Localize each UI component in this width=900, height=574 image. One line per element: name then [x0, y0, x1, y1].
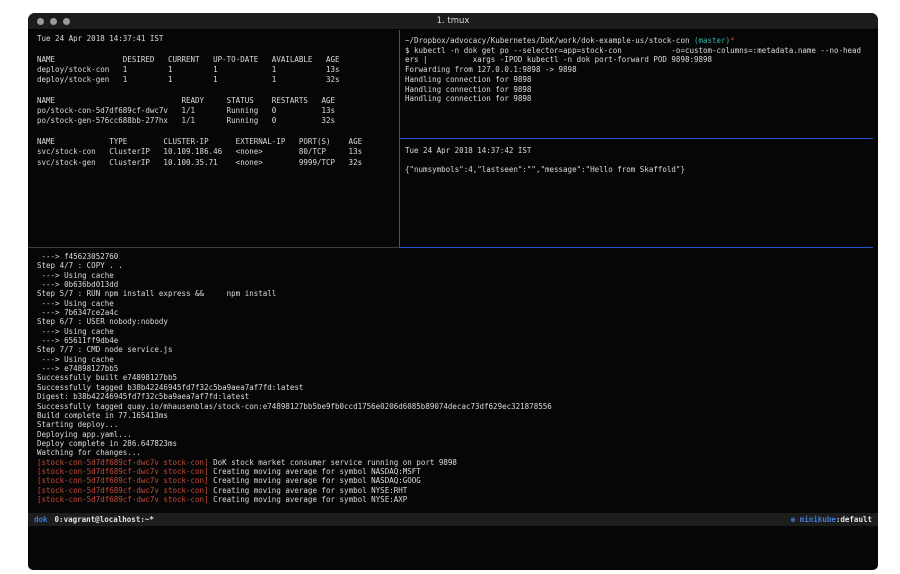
- terminal-line: ---> Using cache: [37, 299, 874, 308]
- terminal-line: svc/stock-con ClusterIP 10.109.186.46 <n…: [37, 147, 399, 157]
- terminal-segment-red: [stock-con-5d7df689cf-dwc7v stock-con]: [37, 486, 209, 495]
- terminal-segment: ~/Dropbox/advocacy/Kubernetes/DoK/work/d…: [405, 36, 694, 45]
- terminal-line: ~/Dropbox/advocacy/Kubernetes/DoK/work/d…: [405, 36, 874, 46]
- terminal-line: Starting deploy...: [37, 420, 874, 429]
- terminal-line: ---> Using cache: [37, 327, 874, 336]
- kubernetes-icon: ⊛: [791, 515, 796, 524]
- terminal-line: ---> 0b636bd013dd: [37, 280, 874, 289]
- terminal-line: [405, 156, 874, 166]
- terminal-line: Tue 24 Apr 2018 14:37:42 IST: [405, 146, 874, 156]
- window-titlebar[interactable]: 1. tmux: [28, 13, 878, 30]
- terminal-segment-red: *: [730, 36, 735, 45]
- pane-port-forward[interactable]: ~/Dropbox/advocacy/Kubernetes/DoK/work/d…: [400, 30, 874, 138]
- terminal-line: [stock-con-5d7df689cf-dwc7v stock-con] D…: [37, 458, 874, 467]
- terminal-segment-red: [stock-con-5d7df689cf-dwc7v stock-con]: [37, 476, 209, 485]
- terminal-segment-red: [stock-con-5d7df689cf-dwc7v stock-con]: [37, 458, 209, 467]
- terminal-line: Successfully tagged b38b42246945fd7f32c5…: [37, 383, 874, 392]
- terminal-segment: Creating moving average for symbol NYSE:…: [209, 486, 408, 495]
- terminal-line: {"numsymbols":4,"lastseen":"","message":…: [405, 165, 874, 175]
- terminal-line: Tue 24 Apr 2018 14:37:41 IST: [37, 34, 399, 44]
- terminal-segment: Creating moving average for symbol NYSE:…: [209, 495, 408, 504]
- terminal-line: [stock-con-5d7df689cf-dwc7v stock-con] C…: [37, 476, 874, 485]
- terminal-line: ers | xargs -IPOD kubectl -n dok port-fo…: [405, 55, 874, 65]
- terminal-line: Deploy complete in 286.647823ms: [37, 439, 874, 448]
- terminal-line: deploy/stock-con 1 1 1 1 13s: [37, 65, 399, 75]
- tmux-window-label[interactable]: 0:vagrant@localhost:~*: [55, 515, 154, 524]
- terminal-line: [37, 85, 399, 95]
- pane-skaffold-build-log[interactable]: ---> f45623052760Step 4/7 : COPY . . ---…: [28, 248, 874, 512]
- terminal-line: [stock-con-5d7df689cf-dwc7v stock-con] C…: [37, 486, 874, 495]
- terminal-segment: Creating moving average for symbol NASDA…: [209, 476, 421, 485]
- terminal-segment-cyan: (master): [694, 36, 730, 45]
- kube-namespace: :default: [836, 515, 872, 524]
- terminal-line: Successfully built e74898127bb5: [37, 373, 874, 382]
- terminal-line: NAME DESIRED CURRENT UP-TO-DATE AVAILABL…: [37, 55, 399, 65]
- terminal-line: Step 5/7 : RUN npm install express && np…: [37, 289, 874, 298]
- terminal-line: $ kubectl -n dok get po --selector=app=s…: [405, 46, 874, 56]
- terminal-segment-red: [stock-con-5d7df689cf-dwc7v stock-con]: [37, 495, 209, 504]
- terminal-line: Successfully tagged quay.io/mhausenblas/…: [37, 402, 874, 411]
- terminal-line: Digest: b38b42246945fd7f32c5ba9aea7af7fd…: [37, 392, 874, 401]
- terminal-line: Handling connection for 9898: [405, 94, 874, 104]
- terminal-line: Build complete in 77.165413ms: [37, 411, 874, 420]
- terminal-line: Deploying app.yaml...: [37, 430, 874, 439]
- terminal-line: Step 4/7 : COPY . .: [37, 261, 874, 270]
- tmux-status-bar: dok 0:vagrant@localhost:~* ⊛ minikube:de…: [28, 513, 878, 526]
- terminal-line: po/stock-gen-576cc688bb-277hx 1/1 Runnin…: [37, 116, 399, 126]
- terminal-line: Handling connection for 9898: [405, 75, 874, 85]
- pane-service-response[interactable]: Tue 24 Apr 2018 14:37:42 IST {"numsymbol…: [400, 139, 874, 247]
- terminal-line: po/stock-con-5d7df689cf-dwc7v 1/1 Runnin…: [37, 106, 399, 116]
- pane-kubectl-watch[interactable]: Tue 24 Apr 2018 14:37:41 IST NAME DESIRE…: [28, 30, 399, 247]
- terminal-line: [stock-con-5d7df689cf-dwc7v stock-con] C…: [37, 467, 874, 476]
- terminal-line: ---> e74898127bb5: [37, 364, 874, 373]
- terminal-line: ---> 65611ff9db4e: [37, 336, 874, 345]
- terminal-line: Step 6/7 : USER nobody:nobody: [37, 317, 874, 326]
- terminal-line: NAME TYPE CLUSTER-IP EXTERNAL-IP PORT(S)…: [37, 137, 399, 147]
- terminal-line: Forwarding from 127.0.0.1:9898 -> 9898: [405, 65, 874, 75]
- terminal-segment-red: [stock-con-5d7df689cf-dwc7v stock-con]: [37, 467, 209, 476]
- kube-context-indicator: ⊛ minikube:default: [791, 515, 872, 524]
- terminal-segment: DoK stock market consumer service runnin…: [209, 458, 457, 467]
- terminal-line: ---> Using cache: [37, 355, 874, 364]
- terminal-line: Step 7/7 : CMD node service.js: [37, 345, 874, 354]
- terminal-line: ---> 7b6347ce2a4c: [37, 308, 874, 317]
- window-title: 1. tmux: [28, 16, 878, 26]
- terminal-line: deploy/stock-gen 1 1 1 1 32s: [37, 75, 399, 85]
- terminal-line: Watching for changes...: [37, 448, 874, 457]
- terminal-line: svc/stock-gen ClusterIP 10.100.35.71 <no…: [37, 158, 399, 168]
- terminal-line: [37, 127, 399, 137]
- terminal-line: ---> Using cache: [37, 271, 874, 280]
- terminal-line: [stock-con-5d7df689cf-dwc7v stock-con] C…: [37, 495, 874, 504]
- terminal-line: NAME READY STATUS RESTARTS AGE: [37, 96, 399, 106]
- terminal-line: [37, 44, 399, 54]
- terminal-segment: Creating moving average for symbol NASDA…: [209, 467, 421, 476]
- terminal-window: 1. tmux Tue 24 Apr 2018 14:37:41 IST NAM…: [28, 13, 878, 570]
- kube-context-name: minikube: [800, 515, 836, 524]
- tmux-session-name[interactable]: dok: [34, 515, 48, 524]
- terminal-line: Handling connection for 9898: [405, 85, 874, 95]
- terminal-line: ---> f45623052760: [37, 252, 874, 261]
